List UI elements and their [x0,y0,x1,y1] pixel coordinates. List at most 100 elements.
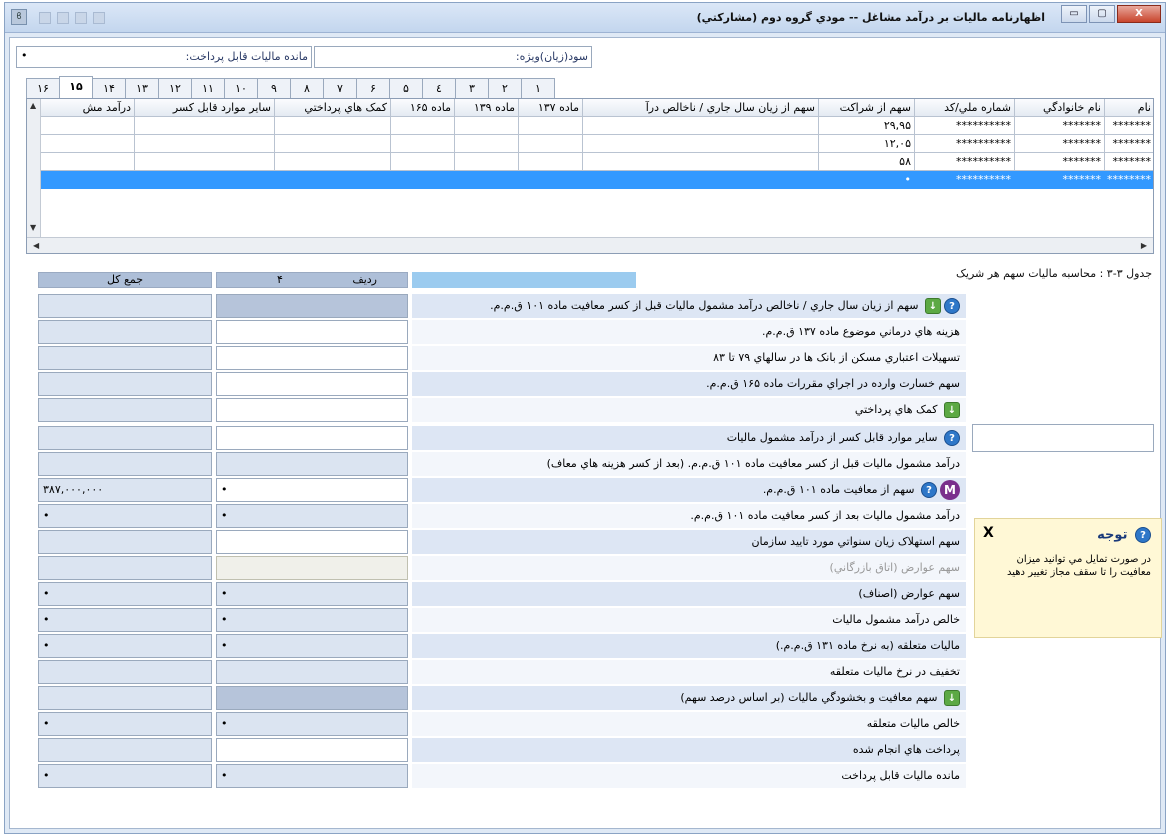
cell-first-name[interactable]: ******** [1105,171,1153,189]
col-header-article-139[interactable]: ماده ١٣٩ [455,99,519,117]
save-icon[interactable] [39,12,51,24]
cell-empty[interactable] [455,135,519,153]
cell-last-name[interactable]: ******* [1015,153,1105,171]
tab-16[interactable]: ١۶ [26,78,60,98]
tab-5[interactable]: ۵ [389,78,423,98]
tab-4[interactable]: ٤ [422,78,456,98]
calc-value-field[interactable] [216,398,408,422]
cell-empty[interactable] [583,171,819,189]
calc-value-field[interactable] [216,372,408,396]
table-row[interactable]: ******* ******* ********** ٢٩,٩۵ [27,117,1153,135]
expand-down-icon[interactable]: ↓ [944,402,960,418]
col-header-contributions[interactable]: کمک هاي پرداختي [275,99,391,117]
table-row-selected[interactable]: ******** ******* ********** • [27,171,1153,189]
calc-value-field[interactable] [216,320,408,344]
cell-share[interactable]: ٢٩,٩۵ [819,117,915,135]
calc-value-field[interactable]: • [216,582,408,606]
tab-7[interactable]: ٧ [323,78,357,98]
cell-empty[interactable] [455,171,519,189]
scroll-left-icon[interactable]: ◀ [33,241,39,250]
vertical-scrollbar[interactable]: ▲ ▼ [27,99,41,237]
cell-empty[interactable] [275,171,391,189]
cell-empty[interactable] [391,171,455,189]
calc-value-field[interactable]: • [216,712,408,736]
cell-empty[interactable] [275,153,391,171]
cell-empty[interactable] [583,117,819,135]
other-deductibles-input[interactable] [972,424,1154,452]
cell-empty[interactable] [519,153,583,171]
col-header-taxable-income[interactable]: درآمد مش [41,99,135,117]
tab-3[interactable]: ٣ [455,78,489,98]
cell-empty[interactable] [391,135,455,153]
calc-value-field[interactable]: • [216,478,408,502]
cell-empty[interactable] [519,171,583,189]
cell-empty[interactable] [583,135,819,153]
cell-empty[interactable] [135,117,275,135]
cell-share[interactable]: ١٢,٠۵ [819,135,915,153]
tab-10[interactable]: ١٠ [224,78,258,98]
help-icon[interactable]: ? [921,482,937,498]
cell-empty[interactable] [41,171,135,189]
tab-8[interactable]: ٨ [290,78,324,98]
scroll-right-icon[interactable]: ▶ [1141,241,1147,250]
cell-first-name[interactable]: ******* [1105,153,1153,171]
expand-down-icon[interactable]: ↓ [944,690,960,706]
cell-empty[interactable] [391,117,455,135]
tab-9[interactable]: ٩ [257,78,291,98]
tab-12[interactable]: ١٢ [158,78,192,98]
col-header-article-165[interactable]: ماده ١۶۵ [391,99,455,117]
cell-empty[interactable] [391,153,455,171]
horizontal-scrollbar[interactable]: ◀ ▶ [27,237,1153,253]
cell-empty[interactable] [135,171,275,189]
calc-value-field[interactable]: • [216,504,408,528]
cell-empty[interactable] [41,135,135,153]
calc-value-field[interactable] [216,738,408,762]
calc-value-field[interactable]: • [216,634,408,658]
redo-icon[interactable] [75,12,87,24]
scroll-up-icon[interactable]: ▲ [30,101,36,110]
cell-empty[interactable] [41,117,135,135]
cell-last-name[interactable]: ******* [1015,171,1105,189]
maximize-button[interactable]: ▢ [1089,5,1115,23]
calc-value-field[interactable]: • [216,764,408,788]
notice-close-button[interactable]: X [983,525,994,541]
cell-national-id[interactable]: ********** [915,135,1015,153]
col-header-last-name[interactable]: نام خانوادگي [1015,99,1105,117]
app-icon[interactable]: ϐ [11,9,27,25]
cell-empty[interactable] [275,117,391,135]
cell-empty[interactable] [583,153,819,171]
undo-icon[interactable] [57,12,69,24]
tab-14[interactable]: ١۴ [92,78,126,98]
tab-13[interactable]: ١٣ [125,78,159,98]
col-header-other-deductibles[interactable]: ساير موارد قابل کسر [135,99,275,117]
col-header-first-name[interactable]: نام [1105,99,1153,117]
tab-1[interactable]: ١ [521,78,555,98]
cell-empty[interactable] [135,153,275,171]
cell-national-id[interactable]: ********** [915,153,1015,171]
cell-empty[interactable] [455,153,519,171]
help-icon[interactable]: ? [944,430,960,446]
calc-value-field[interactable] [216,346,408,370]
cell-national-id[interactable]: ********** [915,117,1015,135]
calc-value-field[interactable]: • [216,608,408,632]
tab-6[interactable]: ۶ [356,78,390,98]
col-header-loss-share[interactable]: سهم از زيان سال جاري / ناخالص درآ [583,99,819,117]
calc-value-field[interactable] [216,426,408,450]
m-icon[interactable]: M [940,480,960,500]
cell-empty[interactable] [519,135,583,153]
cell-empty[interactable] [41,153,135,171]
cell-empty[interactable] [519,117,583,135]
cell-last-name[interactable]: ******* [1015,135,1105,153]
col-header-article-137[interactable]: ماده ١٣٧ [519,99,583,117]
cell-empty[interactable] [135,135,275,153]
cell-share[interactable]: • [819,171,915,189]
col-header-share[interactable]: سهم از شراکت [819,99,915,117]
help-icon[interactable]: ? [944,298,960,314]
cell-first-name[interactable]: ******* [1105,135,1153,153]
cell-share[interactable]: ۵٨ [819,153,915,171]
tab-11[interactable]: ١١ [191,78,225,98]
cell-first-name[interactable]: ******* [1105,117,1153,135]
minimize-button[interactable]: ▭ [1061,5,1087,23]
table-row[interactable]: ******* ******* ********** ١٢,٠۵ [27,135,1153,153]
calc-value-field[interactable] [216,294,408,318]
